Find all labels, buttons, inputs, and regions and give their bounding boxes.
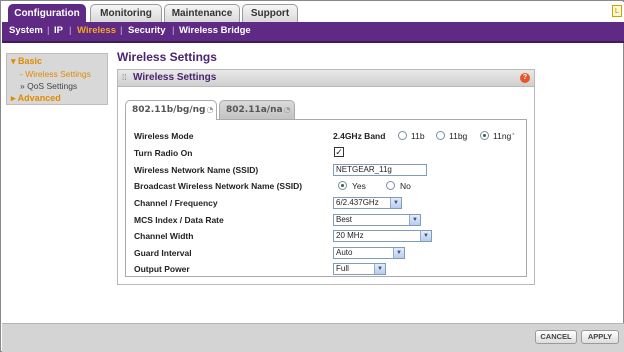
band-label: 2.4GHz Band	[333, 131, 386, 141]
ssid-input[interactable]: NETGEAR_11g	[333, 164, 427, 176]
app-window: Configuration Monitoring Maintenance Sup…	[0, 0, 624, 352]
mode-11bg-label: 11bg	[449, 131, 468, 141]
turn-radio-on-checkbox[interactable]: ✓	[334, 147, 344, 157]
subnav-separator: |	[172, 25, 175, 36]
wifi-icon: ◔	[206, 105, 214, 114]
chevron-down-icon: ▼	[374, 264, 385, 274]
cancel-button[interactable]: CANCEL	[535, 330, 577, 344]
broadcast-yes-radio[interactable]	[338, 181, 347, 190]
channel-select[interactable]: 6/2.437GHz ▼	[333, 197, 402, 209]
channel-value: 6/2.437GHz	[336, 198, 379, 207]
subnav-system[interactable]: System	[9, 25, 43, 36]
sub-nav: System | IP | Wireless | Security | Wire…	[2, 22, 624, 41]
sidebar: ▾ Basic - Wireless Settings » QoS Settin…	[6, 53, 108, 105]
grip-icon: ⁞⁞	[122, 73, 127, 82]
help-icon[interactable]: ?	[520, 73, 530, 83]
tab-label: 802.11b/bg/ng	[132, 105, 206, 115]
page-title: Wireless Settings	[117, 50, 217, 64]
sidebar-advanced[interactable]: ▸ Advanced	[11, 93, 61, 104]
chevron-down-icon: ▼	[420, 231, 431, 241]
turn-radio-on-label: Turn Radio On	[134, 148, 193, 158]
guard-interval-select[interactable]: Auto ▼	[333, 247, 405, 259]
channel-label: Channel / Frequency	[134, 198, 218, 208]
chevron-down-icon: ▼	[409, 215, 420, 225]
output-power-select[interactable]: Full ▼	[333, 263, 386, 275]
subnav-wireless-bridge[interactable]: Wireless Bridge	[179, 25, 251, 36]
chevron-down-icon: ▼	[390, 198, 401, 208]
subnav-wireless[interactable]: Wireless	[77, 25, 116, 36]
channel-width-select[interactable]: 20 MHz ▼	[333, 230, 432, 242]
wifi-icon: ◔	[510, 129, 516, 139]
mcs-value: Best	[336, 215, 353, 224]
top-tab-bar: Configuration Monitoring Maintenance Sup…	[2, 2, 624, 23]
subnav-divider	[2, 41, 624, 43]
broadcast-yes-label: Yes	[352, 181, 366, 191]
broadcast-no-radio[interactable]	[386, 181, 395, 190]
mcs-label: MCS Index / Data Rate	[134, 215, 224, 225]
apply-button[interactable]: APPLY	[581, 330, 619, 344]
panel-header: ⁞⁞ Wireless Settings ?	[118, 70, 534, 87]
mcs-select[interactable]: Best ▼	[333, 214, 421, 226]
sidebar-item-wireless-settings[interactable]: - Wireless Settings	[20, 69, 91, 79]
tab-support[interactable]: Support	[242, 4, 298, 22]
mode-11ng-label: 11ng	[493, 131, 512, 141]
mode-11ng-radio[interactable]	[480, 131, 489, 140]
channel-width-label: Channel Width	[134, 231, 194, 241]
tab-body: Wireless Mode 2.4GHz Band 11b 11bg 11ng …	[125, 119, 527, 277]
tab-label: 802.11a/na	[226, 105, 283, 115]
broadcast-ssid-label: Broadcast Wireless Network Name (SSID)	[134, 181, 303, 191]
wifi-icon: ◔	[283, 105, 291, 114]
mode-11b-radio[interactable]	[398, 131, 407, 140]
subnav-separator: |	[47, 25, 50, 36]
chevron-down-icon: ▼	[393, 248, 404, 258]
subnav-separator: |	[69, 25, 72, 36]
tab-802-11ana[interactable]: 802.11a/na◔	[219, 100, 295, 119]
sidebar-basic[interactable]: ▾ Basic	[11, 56, 42, 67]
tab-maintenance[interactable]: Maintenance	[164, 4, 240, 22]
subnav-security[interactable]: Security	[128, 25, 166, 36]
bottom-action-bar: CANCEL APPLY	[2, 323, 624, 352]
output-power-label: Output Power	[134, 264, 190, 274]
wireless-mode-label: Wireless Mode	[134, 131, 194, 141]
logout-icon[interactable]: L	[612, 5, 622, 17]
tab-monitoring[interactable]: Monitoring	[90, 4, 162, 22]
subnav-separator: |	[120, 25, 123, 36]
channel-width-value: 20 MHz	[336, 231, 364, 240]
subnav-ip[interactable]: IP	[54, 25, 63, 36]
output-power-value: Full	[336, 264, 349, 273]
mode-11bg-radio[interactable]	[436, 131, 445, 140]
guard-interval-label: Guard Interval	[134, 248, 192, 258]
mode-11b-label: 11b	[411, 131, 425, 141]
wireless-settings-panel: ⁞⁞ Wireless Settings ? 802.11b/bg/ng◔ 80…	[117, 69, 535, 285]
panel-title: Wireless Settings	[133, 72, 217, 83]
ssid-label: Wireless Network Name (SSID)	[134, 165, 259, 175]
broadcast-no-label: No	[400, 181, 411, 191]
guard-interval-value: Auto	[336, 248, 353, 257]
tab-802-11bgng[interactable]: 802.11b/bg/ng◔	[125, 100, 217, 120]
sidebar-item-qos-settings[interactable]: » QoS Settings	[20, 81, 77, 91]
tab-configuration[interactable]: Configuration	[8, 4, 86, 23]
